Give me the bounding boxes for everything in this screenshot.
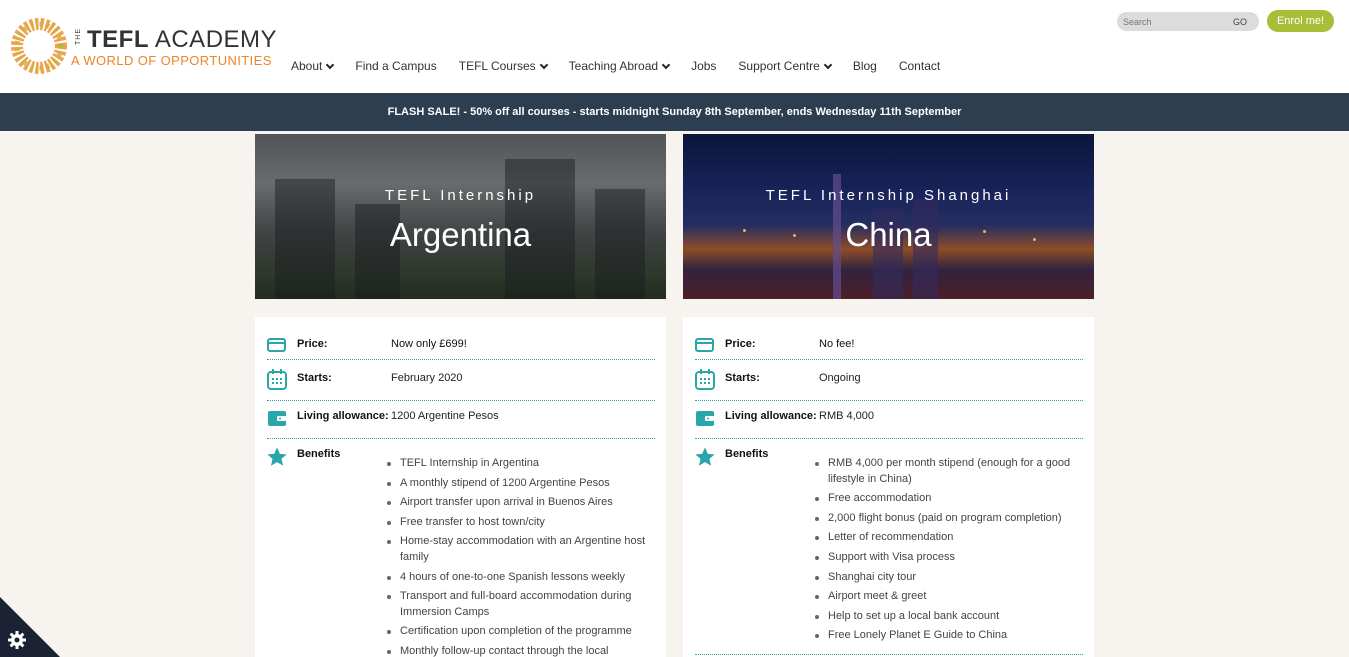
chevron-down-icon	[326, 60, 335, 69]
allowance-row: Living allowance: 1200 Argentine Pesos	[267, 406, 655, 439]
calendar-icon	[695, 369, 715, 390]
logo-tagline: A WORLD OF OPPORTUNITIES	[71, 53, 272, 68]
nav-item-contact[interactable]: Contact	[888, 59, 951, 73]
price-label: Price:	[297, 338, 328, 350]
price-value: No fee!	[819, 338, 855, 350]
chevron-down-icon	[661, 60, 671, 69]
allowance-label: Living allowance:	[725, 410, 817, 422]
nav-label: Blog	[852, 59, 877, 73]
logo-title: TEFL ACADEMY	[87, 26, 277, 54]
starts-label: Starts:	[725, 372, 760, 384]
nav-label: Teaching Abroad	[568, 59, 659, 73]
list-item: Help to set up a local bank account	[813, 609, 1078, 625]
nav-label: Contact	[898, 59, 941, 73]
price-value: Now only £699!	[391, 338, 467, 350]
details-card-china: Price: No fee! Starts: Ongoing Living al…	[683, 317, 1094, 657]
hero-subtitle: TEFL Internship Shanghai	[765, 187, 1012, 204]
enrol-button[interactable]: Enrol me!	[1267, 10, 1334, 32]
logo-the: THE	[75, 28, 82, 45]
list-item: Monthly follow-up contact through the lo…	[385, 644, 650, 657]
nav-label: Find a Campus	[355, 59, 437, 73]
details-card-argentina: Price: Now only £699! Starts: February 2…	[255, 317, 666, 657]
starts-value: February 2020	[391, 372, 463, 384]
nav-item-blog[interactable]: Blog	[842, 59, 888, 73]
card-icon	[695, 338, 714, 352]
list-item: RMB 4,000 per month stipend (enough for …	[813, 456, 1078, 487]
nav-label: Support Centre	[738, 59, 820, 73]
list-item: 2,000 flight bonus (paid on program comp…	[813, 511, 1078, 527]
list-item: Shanghai city tour	[813, 570, 1078, 586]
starts-row: Starts: February 2020	[267, 367, 655, 401]
nav-item-teaching-abroad[interactable]: Teaching Abroad	[558, 59, 680, 73]
card-icon	[267, 338, 286, 352]
list-item: Transport and full-board accommodation d…	[385, 589, 650, 620]
nav-item-jobs[interactable]: Jobs	[680, 59, 727, 73]
nav-label: TEFL Courses	[458, 59, 536, 73]
benefits-list: TEFL Internship in Argentina A monthly s…	[385, 456, 650, 657]
nav-item-about[interactable]: About	[280, 59, 344, 73]
calendar-icon	[267, 369, 287, 390]
site-header: THE TEFL ACADEMY A WORLD OF OPPORTUNITIE…	[0, 0, 1349, 93]
nav-item-tefl-courses[interactable]: TEFL Courses	[448, 59, 558, 73]
hero-subtitle: TEFL Internship	[384, 187, 537, 204]
list-item: Support with Visa process	[813, 550, 1078, 566]
benefits-label: Benefits	[725, 448, 769, 460]
star-icon	[695, 447, 715, 466]
hero-china[interactable]: TEFL Internship Shanghai China	[683, 134, 1094, 299]
list-item: Airport transfer upon arrival in Buenos …	[385, 495, 650, 511]
list-item: Certification upon completion of the pro…	[385, 624, 650, 640]
starts-value: Ongoing	[819, 372, 861, 384]
logo-ring-icon	[11, 18, 67, 74]
allowance-row: Living allowance: RMB 4,000	[695, 406, 1083, 439]
list-item: Home-stay accommodation with an Argentin…	[385, 534, 650, 565]
list-item: TEFL Internship in Argentina	[385, 456, 650, 472]
hero-title: China	[845, 216, 932, 253]
cookie-settings-button[interactable]	[0, 597, 60, 657]
starts-row: Starts: Ongoing	[695, 367, 1083, 401]
list-item: A monthly stipend of 1200 Argentine Peso…	[385, 476, 650, 492]
allowance-label: Living allowance:	[297, 410, 389, 422]
main-nav: About Find a Campus TEFL Courses Teachin…	[280, 59, 951, 73]
chevron-down-icon	[539, 60, 548, 69]
search-input[interactable]	[1123, 16, 1233, 27]
hero-argentina[interactable]: TEFL Internship Argentina	[255, 134, 666, 299]
price-row: Price: Now only £699!	[267, 334, 655, 360]
site-logo[interactable]: THE TEFL ACADEMY A WORLD OF OPPORTUNITIE…	[9, 16, 277, 76]
nav-item-find-a-campus[interactable]: Find a Campus	[344, 59, 447, 73]
list-item: Airport meet & greet	[813, 589, 1078, 605]
wallet-icon	[268, 411, 286, 426]
list-item: 4 hours of one-to-one Spanish lessons we…	[385, 570, 650, 586]
search-go-button[interactable]: GO	[1233, 17, 1247, 27]
nav-item-support-centre[interactable]: Support Centre	[727, 59, 841, 73]
search-box: GO	[1117, 12, 1259, 31]
list-item: Free accommodation	[813, 491, 1078, 507]
price-label: Price:	[725, 338, 756, 350]
allowance-value: 1200 Argentine Pesos	[391, 410, 499, 422]
gear-icon	[8, 631, 26, 649]
list-item: Letter of recommendation	[813, 530, 1078, 546]
list-item: Free Lonely Planet E Guide to China	[813, 628, 1078, 644]
flash-sale-banner[interactable]: FLASH SALE! - 50% off all courses - star…	[0, 93, 1349, 131]
chevron-down-icon	[823, 60, 833, 69]
logo-title-rest: ACADEMY	[149, 26, 278, 53]
hero-title: Argentina	[389, 216, 532, 253]
price-row: Price: No fee!	[695, 334, 1083, 360]
nav-label: Jobs	[691, 59, 717, 73]
nav-label: About	[291, 59, 323, 73]
benefits-list: RMB 4,000 per month stipend (enough for …	[813, 456, 1078, 648]
list-item: Free transfer to host town/city	[385, 515, 650, 531]
star-icon	[267, 447, 287, 466]
allowance-value: RMB 4,000	[819, 410, 875, 422]
benefits-label: Benefits	[297, 448, 341, 460]
starts-label: Starts:	[297, 372, 332, 384]
wallet-icon	[696, 411, 714, 426]
flash-sale-text: FLASH SALE! - 50% off all courses - star…	[387, 106, 962, 118]
divider	[695, 654, 1083, 655]
logo-title-bold: TEFL	[87, 26, 149, 53]
